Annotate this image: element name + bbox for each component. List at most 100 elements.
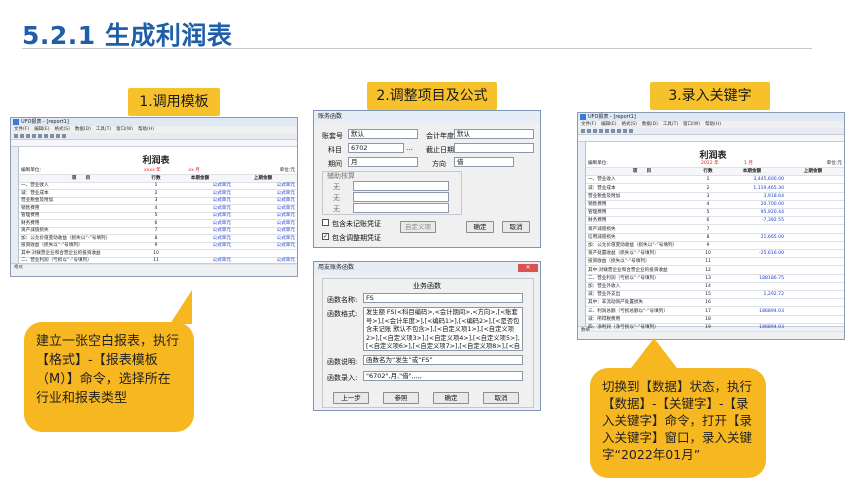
table-row[interactable]: 二、营业利润（亏损以“-”号填列） 11 公式单元 公式单元 <box>19 257 297 265</box>
end-date-input[interactable] <box>454 143 534 153</box>
save-icon[interactable] <box>26 133 30 138</box>
table-row[interactable]: 加：公允价值变动收益（损失以“-”号填列） 9 <box>586 242 844 250</box>
row-number-header[interactable] <box>578 275 586 283</box>
table-row[interactable]: 财务费用 6 -7,392.55 <box>586 217 844 226</box>
cut-icon[interactable] <box>605 128 609 133</box>
paste-icon[interactable] <box>50 133 54 138</box>
report-grid[interactable]: 利润表 编制单位: 2022 年1 月单位:元项 目行数 本期金额 上期金额 一、营业收… <box>578 142 844 332</box>
report-meta-row[interactable]: 编制单位: 2022 年 1 月 单位:元 <box>586 160 844 168</box>
reference-button[interactable]: 参照 <box>383 392 419 404</box>
row-number-header[interactable] <box>578 267 586 275</box>
table-row[interactable]: 三、利润总额（亏损总额以“-”号填列） 17 186894.03 <box>586 308 844 316</box>
row-number-header[interactable] <box>578 283 586 291</box>
sum-icon[interactable] <box>56 133 60 138</box>
table-row[interactable]: 加：营业外收入 14 <box>586 283 844 291</box>
row-number-header[interactable] <box>578 217 586 225</box>
print-icon[interactable] <box>32 133 36 138</box>
copy-icon[interactable] <box>611 128 615 133</box>
menu-window[interactable]: 窗口(W) <box>683 122 700 127</box>
previous-button[interactable]: 上一步 <box>333 392 369 404</box>
subject-browse-icon[interactable]: … <box>406 144 413 152</box>
table-row[interactable]: 减：营业外支出 15 1,292.72 <box>586 291 844 300</box>
menu-edit[interactable]: 编辑(E) <box>601 122 616 127</box>
unposted-checkbox[interactable] <box>322 219 329 226</box>
cancel-button[interactable]: 取消 <box>502 221 530 233</box>
row-number-header[interactable] <box>578 209 586 217</box>
aux-2-input[interactable] <box>353 192 449 202</box>
save-icon[interactable] <box>593 128 597 133</box>
menu-file[interactable]: 文件(F) <box>581 122 596 127</box>
menu-help[interactable]: 帮助(H) <box>138 127 154 132</box>
table-row[interactable]: 销售费用 4 20,700.00 <box>586 201 844 209</box>
open-icon[interactable] <box>20 133 24 138</box>
table-row[interactable]: 四、净利润（净亏损以“-”号填列） 19 186894.03 <box>586 324 844 332</box>
year-select[interactable]: 默认 <box>454 129 534 139</box>
function-input-field[interactable]: "6702",月,"借",,,,, <box>363 371 523 381</box>
table-row[interactable]: 二、营业利润（亏损以“-”号填列） 13 188186.75 <box>586 275 844 283</box>
subject-input[interactable]: 6702 <box>348 143 404 153</box>
table-row[interactable]: 资产减值损失 7 <box>586 226 844 234</box>
table-row[interactable]: 信用减值损失 8 21,665.00 <box>586 234 844 242</box>
menu-data[interactable]: 数据(D) <box>642 122 658 127</box>
account-set-select[interactable]: 默认 <box>348 129 418 139</box>
row-number-header[interactable] <box>578 176 586 184</box>
menu-format[interactable]: 格式(S) <box>54 127 69 132</box>
table-row[interactable]: 一、营业收入 1 3,445,600.00 <box>586 176 844 185</box>
table-row[interactable]: 投资收益（损失以“-”号填列） 11 <box>586 258 844 267</box>
table-row[interactable]: 资产处置收益（损失以“-”号填列） 10 -25,616.00 <box>586 250 844 259</box>
row-number-header[interactable] <box>578 242 586 250</box>
aux-1-input[interactable] <box>353 181 449 191</box>
menu-file[interactable]: 文件(F) <box>14 127 29 132</box>
table-row[interactable]: 其中：非流动资产处置损失 16 <box>586 299 844 308</box>
copy-icon[interactable] <box>44 133 48 138</box>
menu-edit[interactable]: 编辑(E) <box>34 127 49 132</box>
row-number-header[interactable] <box>578 226 586 234</box>
ok-button[interactable]: 确定 <box>466 221 494 233</box>
direction-select[interactable]: 借 <box>454 157 514 167</box>
row-number-header[interactable] <box>578 185 586 193</box>
open-icon[interactable] <box>587 128 591 133</box>
close-icon[interactable]: ✕ <box>518 264 538 272</box>
sort-icon[interactable] <box>629 128 633 133</box>
row-number-header[interactable] <box>578 234 586 242</box>
new-icon[interactable] <box>14 133 18 138</box>
menu-tools[interactable]: 工具(T) <box>96 127 111 132</box>
cancel-button[interactable]: 取消 <box>483 392 519 404</box>
row-number-header[interactable] <box>578 299 586 307</box>
row-number-header[interactable] <box>578 324 586 332</box>
year-keyword[interactable]: 2022 年 <box>694 160 725 167</box>
menu-data[interactable]: 数据(D) <box>75 127 91 132</box>
row-number-header[interactable] <box>578 250 586 258</box>
formula-bar[interactable] <box>11 140 297 147</box>
row-number-header[interactable] <box>578 258 586 266</box>
row-number-header[interactable] <box>578 291 586 299</box>
table-row[interactable]: 营业税金及附加 3 3,918.64 <box>586 193 844 201</box>
report-grid[interactable]: 利润表 编制单位: xxxx 年 xx 月单位:元项 目行数 本期金额 上期金额 一、营业… <box>11 147 297 265</box>
sum-icon[interactable] <box>623 128 627 133</box>
adjust-checkbox[interactable]: ✓ <box>322 233 329 240</box>
ok-button[interactable]: 确定 <box>433 392 469 404</box>
period-select[interactable]: 月 <box>348 157 418 167</box>
row-number-header[interactable] <box>578 193 586 201</box>
menu-help[interactable]: 帮助(H) <box>705 122 721 127</box>
row-number-header[interactable] <box>578 308 586 316</box>
menu-format[interactable]: 格式(S) <box>621 122 636 127</box>
formula-bar[interactable] <box>578 135 844 142</box>
table-row[interactable]: 其中:对联营企业和合营企业的投资收益 12 <box>586 267 844 275</box>
row-number-header[interactable] <box>578 201 586 209</box>
menu-window[interactable]: 窗口(W) <box>116 127 133 132</box>
row-number-header[interactable] <box>578 316 586 324</box>
paste-icon[interactable] <box>617 128 621 133</box>
table-row[interactable]: 管理费用 5 95,920.44 <box>586 209 844 218</box>
table-row[interactable]: 减：营业成本 2 1,119,465.30 <box>586 185 844 193</box>
print-icon[interactable] <box>599 128 603 133</box>
menu-tools[interactable]: 工具(T) <box>663 122 678 127</box>
custom-items-button[interactable]: 自定义项 <box>400 221 436 233</box>
month-keyword[interactable]: 1 月 <box>736 160 762 167</box>
row-number-header[interactable] <box>11 257 19 265</box>
cut-icon[interactable] <box>38 133 42 138</box>
new-icon[interactable] <box>581 128 585 133</box>
table-row[interactable]: 减：所得税费用 18 <box>586 316 844 324</box>
aux-3-input[interactable] <box>353 203 449 213</box>
sort-icon[interactable] <box>62 133 66 138</box>
